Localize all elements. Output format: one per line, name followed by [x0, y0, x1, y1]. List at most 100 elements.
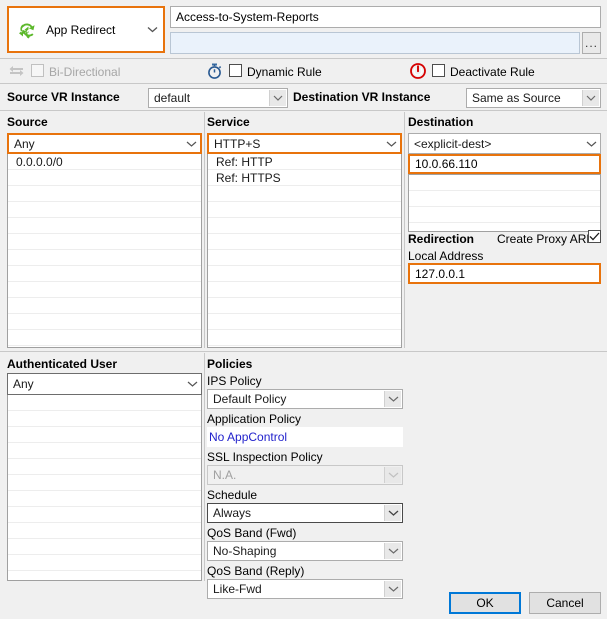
list-item[interactable] [8, 186, 201, 202]
source-title: Source [7, 115, 48, 129]
service-list[interactable]: Ref: HTTP Ref: HTTPS [207, 154, 402, 348]
authenticated-user-list[interactable] [7, 395, 202, 581]
policy-select-qos-band-reply[interactable]: Like-Fwd [207, 579, 403, 599]
chevron-down-icon[interactable] [269, 90, 286, 106]
list-item[interactable] [8, 170, 201, 186]
policy-value-schedule: Always [213, 506, 252, 520]
ok-button[interactable]: OK [449, 592, 521, 614]
chevron-down-icon[interactable] [583, 134, 600, 153]
source-vr-instance-label: Source VR Instance [7, 90, 120, 104]
list-item[interactable] [208, 330, 401, 346]
list-item[interactable] [409, 191, 600, 207]
list-item[interactable] [8, 507, 201, 523]
list-item[interactable] [8, 427, 201, 443]
list-item[interactable] [208, 218, 401, 234]
list-item[interactable] [208, 298, 401, 314]
divider-auth-policies [204, 353, 205, 581]
destination-select[interactable]: <explicit-dest> [408, 133, 601, 154]
dynamic-rule-checkbox[interactable] [229, 64, 242, 77]
chevron-down-icon[interactable] [384, 581, 401, 597]
list-item[interactable] [208, 234, 401, 250]
policy-label-ips-policy: IPS Policy [207, 374, 262, 388]
authenticated-user-select-value: Any [13, 377, 34, 391]
list-item[interactable] [409, 207, 600, 223]
list-item[interactable] [8, 411, 201, 427]
chevron-down-icon[interactable] [384, 505, 401, 521]
list-item[interactable] [8, 555, 201, 571]
service-select-value: HTTP+S [214, 136, 261, 151]
list-item[interactable] [208, 266, 401, 282]
list-item[interactable] [208, 250, 401, 266]
policy-select-schedule[interactable]: Always [207, 503, 403, 523]
chevron-down-icon[interactable] [383, 135, 400, 152]
list-item[interactable] [8, 475, 201, 491]
list-item[interactable] [8, 298, 201, 314]
rule-comment-field[interactable] [170, 32, 580, 54]
list-item[interactable] [8, 282, 201, 298]
list-item[interactable] [8, 330, 201, 346]
create-proxy-arp-label: Create Proxy ARP [497, 232, 595, 246]
service-select[interactable]: HTTP+S [207, 133, 402, 154]
list-item[interactable] [409, 175, 600, 191]
rule-comment-browse-button[interactable]: ... [582, 32, 601, 54]
list-item[interactable] [8, 314, 201, 330]
chevron-down-icon[interactable] [183, 135, 200, 152]
list-item[interactable] [8, 266, 201, 282]
list-item[interactable] [8, 459, 201, 475]
destination-entry-selected[interactable]: 10.0.66.110 [408, 154, 601, 174]
list-item[interactable] [8, 539, 201, 555]
policies-field-list: IPS Policy Default Policy Application Poli… [207, 373, 403, 601]
list-item[interactable] [8, 218, 201, 234]
list-item[interactable] [208, 282, 401, 298]
policy-value-application-policy: No AppControl [209, 430, 288, 444]
destination-vr-instance-select[interactable]: Same as Source [466, 88, 601, 108]
list-item[interactable]: Ref: HTTPS [208, 170, 401, 186]
list-item[interactable] [8, 443, 201, 459]
deactivate-rule-checkbox[interactable] [432, 64, 445, 77]
chevron-down-icon[interactable] [582, 90, 599, 106]
rule-name-field[interactable]: Access-to-System-Reports [170, 6, 601, 28]
destination-title: Destination [408, 115, 474, 129]
policy-select-qos-band-fwd[interactable]: No-Shaping [207, 541, 403, 561]
list-item[interactable]: 0.0.0.0/0 [8, 154, 201, 170]
policy-select-ssl-inspection-policy: N.A. [207, 465, 403, 485]
browse-label: ... [584, 36, 598, 50]
list-item[interactable] [8, 491, 201, 507]
list-item[interactable] [208, 186, 401, 202]
cancel-button[interactable]: Cancel [529, 592, 601, 614]
policy-label-application-policy: Application Policy [207, 412, 302, 426]
policies-title: Policies [207, 357, 253, 371]
list-item[interactable]: Ref: HTTP [208, 154, 401, 170]
divider-service-destination [404, 112, 405, 348]
rule-type-selector[interactable]: App Redirect [7, 6, 165, 53]
bi-directional-label: Bi-Directional [49, 65, 121, 79]
source-vr-instance-select[interactable]: default [148, 88, 288, 108]
divider-top [0, 58, 607, 59]
list-item[interactable] [8, 523, 201, 539]
service-title: Service [207, 115, 250, 129]
local-address-field[interactable]: 127.0.0.1 [408, 263, 601, 284]
dynamic-rule-label: Dynamic Rule [247, 65, 322, 79]
list-item[interactable] [8, 395, 201, 411]
chevron-down-icon[interactable] [384, 543, 401, 559]
destination-list[interactable] [408, 174, 601, 232]
chevron-down-icon[interactable] [384, 391, 401, 407]
list-item[interactable] [208, 202, 401, 218]
policy-field-application-policy[interactable]: No AppControl [207, 427, 403, 447]
divider-options [0, 83, 607, 84]
chevron-down-icon[interactable] [141, 26, 163, 33]
source-select[interactable]: Any [7, 133, 202, 154]
policy-label-qos-band-reply: QoS Band (Reply) [207, 564, 305, 578]
redirect-arrows-icon [17, 19, 39, 41]
chevron-down-icon[interactable] [184, 374, 201, 394]
source-list[interactable]: 0.0.0.0/0 [7, 154, 202, 348]
rule-editor-dialog: App Redirect Access-to-System-Reports ..… [0, 0, 607, 619]
list-item[interactable] [208, 314, 401, 330]
authenticated-user-select[interactable]: Any [7, 373, 202, 395]
redirection-title: Redirection [408, 232, 475, 246]
policy-select-ips-policy[interactable]: Default Policy [207, 389, 403, 409]
list-item[interactable] [8, 250, 201, 266]
create-proxy-arp-checkbox[interactable] [588, 230, 601, 243]
list-item[interactable] [8, 202, 201, 218]
list-item[interactable] [8, 234, 201, 250]
